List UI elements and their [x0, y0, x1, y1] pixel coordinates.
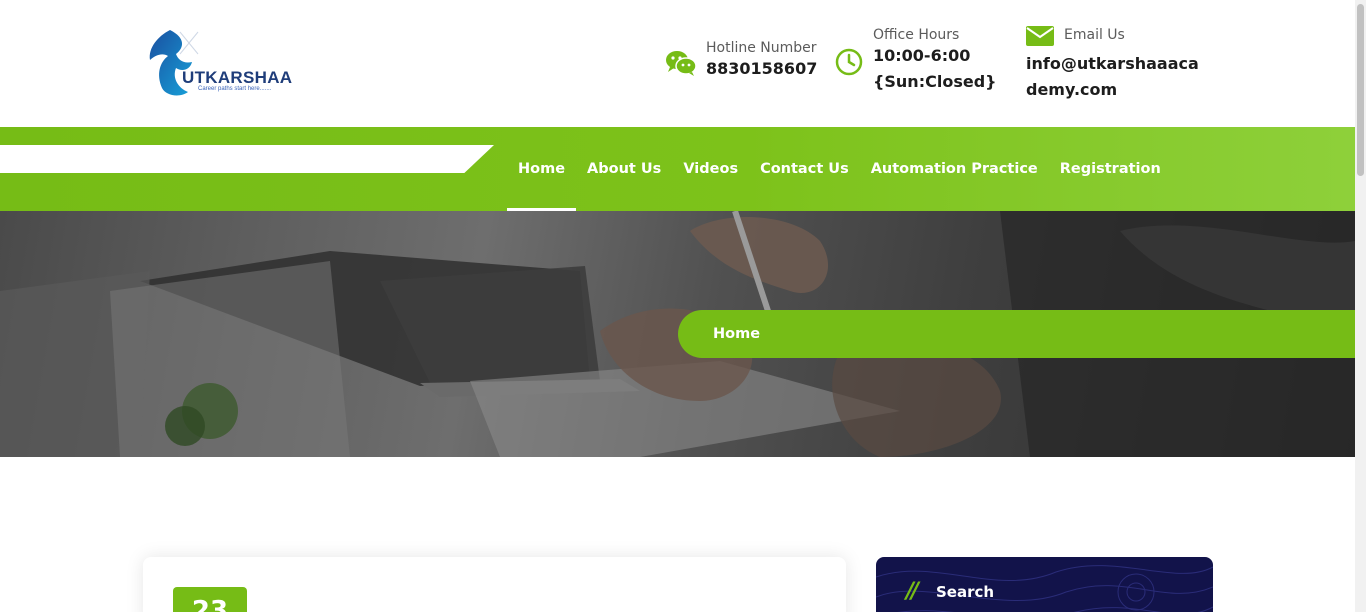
nav-item-automation-practice[interactable]: Automation Practice	[860, 127, 1049, 211]
main-nav: Home About Us Videos Contact Us Automati…	[0, 127, 1355, 211]
email-line-1[interactable]: info@utkarshaaaca	[1026, 51, 1199, 77]
nav-item-about-us[interactable]: About Us	[576, 127, 672, 211]
hero-banner: Home	[0, 211, 1355, 457]
page-scrollbar[interactable]	[1355, 0, 1366, 612]
email-label: Email Us	[1064, 27, 1125, 43]
logo-tagline: Career paths start here.......	[198, 86, 272, 92]
scrollbar-thumb[interactable]	[1357, 4, 1364, 176]
nav-item-registration[interactable]: Registration	[1049, 127, 1172, 211]
hotline-label: Hotline Number	[706, 40, 817, 56]
sidebar-search-widget: // Search	[876, 557, 1213, 612]
title-decoration: //	[906, 579, 919, 604]
hotline-number[interactable]: 8830158607	[706, 56, 817, 82]
sidebar-search-title: Search	[936, 583, 995, 601]
clock-icon	[835, 48, 863, 80]
email-line-2[interactable]: demy.com	[1026, 77, 1199, 103]
post-card: 23	[143, 557, 846, 612]
office-hours-time: 10:00-6:00	[873, 46, 971, 65]
office-hours-info: Office Hours 10:00-6:00 {Sun:Closed}	[873, 27, 997, 95]
breadcrumb-home[interactable]: Home	[713, 310, 760, 358]
site-logo[interactable]: UTKARSHAA Career paths start here.......	[140, 24, 293, 100]
wechat-icon	[665, 49, 697, 81]
nav-item-home[interactable]: Home	[507, 127, 577, 211]
nav-decor-stripe	[0, 145, 494, 173]
site-header: UTKARSHAA Career paths start here.......…	[0, 0, 1355, 127]
nav-menu: Home About Us Videos Contact Us Automati…	[507, 127, 1172, 211]
office-hours-label: Office Hours	[873, 27, 960, 43]
envelope-icon	[1026, 26, 1054, 50]
email-label-wrap: Email Us	[1064, 27, 1125, 43]
nav-item-videos[interactable]: Videos	[672, 127, 749, 211]
logo-text: UTKARSHAA	[182, 68, 293, 87]
post-date-badge: 23	[173, 587, 247, 612]
nav-item-contact-us[interactable]: Contact Us	[749, 127, 860, 211]
email-address[interactable]: info@utkarshaaaca demy.com	[1026, 51, 1199, 103]
breadcrumb: Home	[678, 310, 1355, 358]
topography-pattern	[876, 565, 1213, 612]
office-hours-closed: {Sun:Closed}	[873, 72, 997, 91]
hotline-info: Hotline Number 8830158607	[706, 40, 817, 82]
